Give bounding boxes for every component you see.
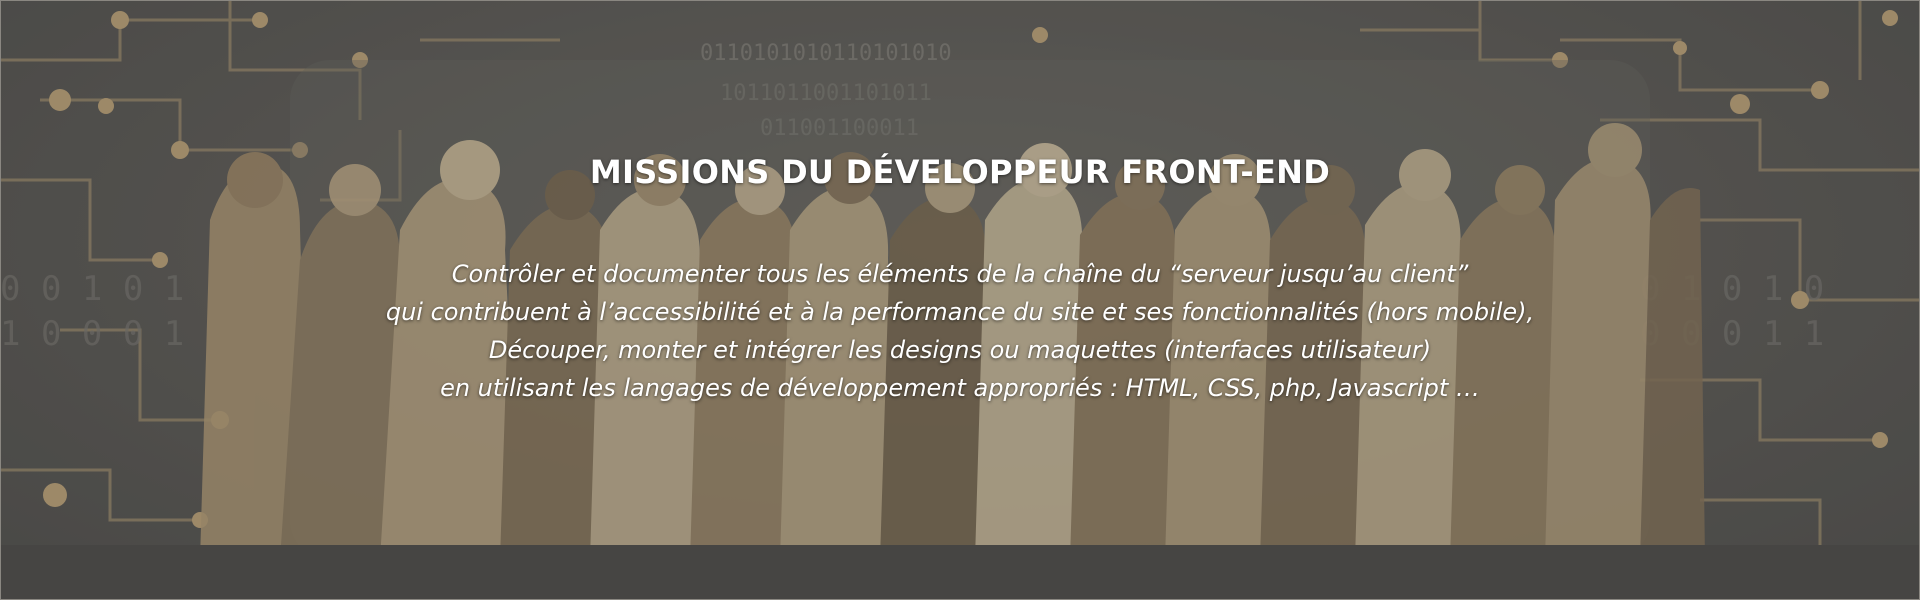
banner-title: MISSIONS DU DÉVELOPPEUR FRONT-END: [589, 153, 1331, 191]
banner-content: MISSIONS DU DÉVELOPPEUR FRONT-END Contrô…: [0, 0, 1920, 600]
hero-banner: 0110101010110101010 1011011001101011 011…: [0, 0, 1920, 600]
mission-description: Contrôler et documenter tous les élément…: [0, 255, 1920, 407]
mission-line: en utilisant les langages de développeme…: [440, 374, 1480, 402]
mission-line: Contrôler et documenter tous les élément…: [451, 260, 1469, 288]
mission-line: Découper, monter et intégrer les designs…: [488, 336, 1432, 364]
mission-line: qui contribuent à l’accessibilité et à l…: [385, 298, 1535, 326]
